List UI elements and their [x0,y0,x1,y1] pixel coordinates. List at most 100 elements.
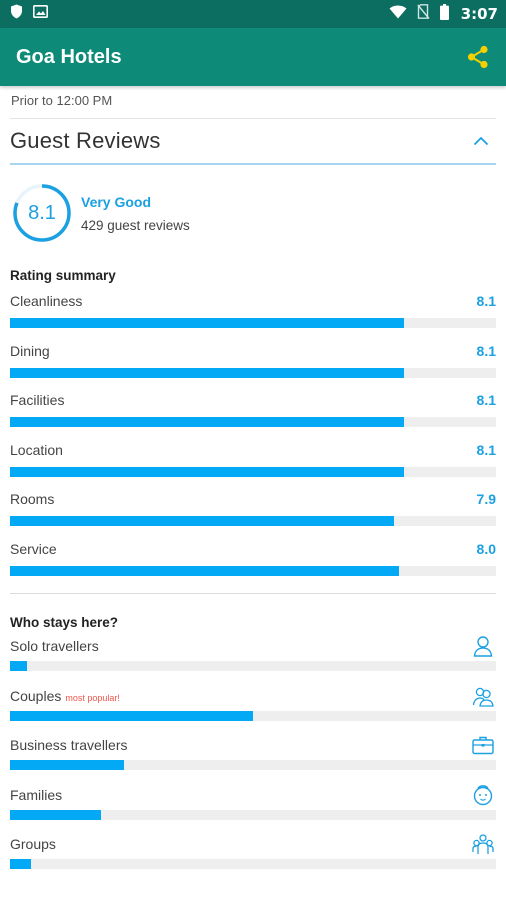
score-verdict: Very Good [81,193,152,210]
rating-score: 8.0 [476,540,496,557]
who-stays-row-header: Couples most popular! [10,684,496,708]
status-right: 3:07 [389,3,498,25]
app-title: Goa Hotels [16,45,122,68]
who-stays-row: Solo travellers [10,630,496,680]
guest-reviews-header[interactable]: Guest Reviews [10,119,496,165]
couple-icon[interactable] [471,684,495,708]
no-sim-icon [416,4,430,24]
image-icon [33,5,48,23]
rating-score: 7.9 [476,491,496,507]
person-icon[interactable] [471,634,495,658]
who-stays-label: Solo travellers [10,638,99,654]
hotel-details-content: Prior to 12:00 PM Guest Reviews 8.1 Very… [0,86,506,878]
who-stays-name: Families [10,787,62,803]
rating-bar-fill [10,466,404,477]
briefcase-icon[interactable] [471,733,495,757]
rating-row-header: Facilities 8.1 [10,387,496,413]
rating-bar-track [10,565,496,576]
wifi-icon [389,5,407,24]
who-stays-label: Business travellers [10,737,128,753]
rating-row-header: Dining 8.1 [10,338,496,364]
battery-icon [439,3,449,25]
score-ring: 8.1 [12,183,72,243]
status-left [10,4,48,24]
who-stays-bar-track [10,710,496,721]
review-count: 429 guest reviews [81,217,190,233]
status-bar: 3:07 [0,0,506,28]
who-stays-row-header: Families [10,783,496,807]
chevron-up-icon[interactable] [470,130,492,152]
share-icon [467,45,488,69]
rating-score: 8.1 [476,293,496,309]
rating-name: Facilities [10,392,65,408]
who-stays-bar-track [10,760,496,770]
who-stays-label: Groups [10,836,56,852]
rating-bar-fill [10,417,404,427]
rating-row: Dining 8.1 [10,338,496,388]
rating-row: Location 8.1 [10,437,496,487]
who-stays-row-header: Business travellers [10,733,496,757]
rating-bar-fill [10,565,399,576]
who-stays-row-header: Solo travellers [10,634,496,658]
score-value: 8.1 [28,201,56,224]
rating-name: Cleanliness [10,293,83,309]
rating-row-header: Cleanliness 8.1 [10,288,496,314]
who-stays-row-header: Groups [10,832,496,856]
guest-reviews-title: Guest Reviews [10,128,161,153]
who-stays-name: Couples most popular! [10,688,120,704]
who-stays-bar-track [10,661,496,671]
rating-bar-fill [10,367,404,378]
score-text: Very Good 429 guest reviews [81,194,190,233]
rating-summary-heading: Rating summary [10,268,116,283]
who-stays-row: Families [10,779,496,829]
rating-bar-track [10,417,496,427]
rating-bar-fill [10,318,404,328]
who-stays-name: Solo travellers [10,638,99,654]
rating-row-header: Rooms 7.9 [10,486,496,512]
rating-name: Dining [10,342,50,359]
rating-score: 8.1 [476,342,496,359]
who-stays-bar-fill [10,859,32,869]
rating-name: Location [10,441,63,458]
who-stays-bar-fill [10,710,253,721]
rating-bar-track [10,367,496,378]
who-stays-name: Groups [10,836,56,852]
who-stays-bar-fill [10,809,102,820]
rating-bar-track [10,516,496,526]
app-bar: Goa Hotels [0,28,506,86]
overall-score: 8.1 Very Good 429 guest reviews [10,165,496,261]
rating-score: 8.1 [476,441,496,458]
rating-name: Rooms [10,491,55,507]
rating-name: Service [10,540,57,557]
share-button[interactable] [464,43,492,71]
rating-row: Facilities 8.1 [10,387,496,437]
rating-summary-list: Cleanliness 8.1 Dining 8.1 Facilities 8.1 Loca… [10,288,496,585]
most-popular-tag: most popular! [65,692,120,703]
who-stays-heading: Who stays here? [10,615,119,630]
who-stays-list: Solo travellers Couples most popular! Busin… [10,630,496,878]
who-stays-row: Business travellers [10,729,496,779]
rating-row: Service 8.0 [10,536,496,586]
group-icon[interactable] [471,832,495,856]
rating-bar-fill [10,516,394,526]
status-time: 3:07 [460,5,498,23]
rating-row-header: Service 8.0 [10,536,496,562]
rating-row: Cleanliness 8.1 [10,288,496,338]
who-stays-bar-fill [10,661,27,671]
rating-bar-track [10,466,496,477]
checkin-prior-text: Prior to 12:00 PM [11,93,113,108]
family-icon[interactable] [471,783,495,807]
rating-row-header: Location 8.1 [10,437,496,463]
who-stays-row: Couples most popular! [10,680,496,730]
who-stays-bar-fill [10,760,125,770]
who-stays-bar-track [10,859,496,869]
who-stays-label: Couples [10,687,62,704]
who-stays-bar-track [10,809,496,820]
who-stays-row: Groups [10,828,496,878]
rating-row: Rooms 7.9 [10,486,496,536]
who-stays-name: Business travellers [10,737,128,753]
rating-bar-track [10,318,496,328]
who-stays-label: Families [10,786,63,803]
rating-score: 8.1 [476,392,496,408]
shield-icon [10,4,23,24]
